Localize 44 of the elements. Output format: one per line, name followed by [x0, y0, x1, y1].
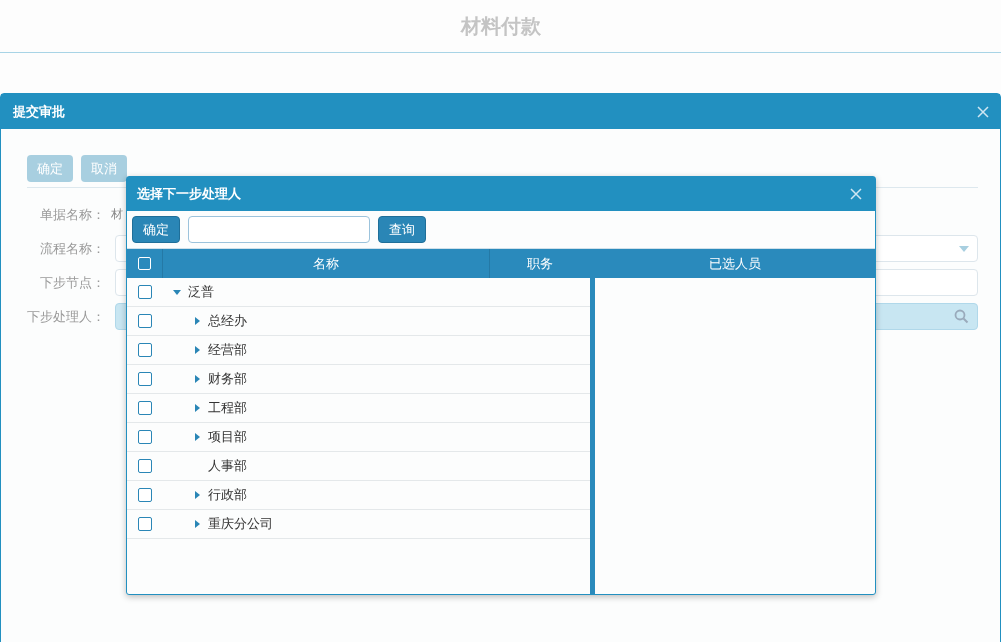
collapsed-caret-icon[interactable]	[192, 432, 202, 442]
collapsed-caret-icon[interactable]	[192, 490, 202, 500]
column-header: 名称	[163, 249, 490, 278]
expanded-caret-icon[interactable]	[172, 287, 182, 297]
tree-node-label[interactable]: 泛普	[188, 283, 214, 301]
dialog-title: 提交审批	[13, 102, 65, 121]
field-label: 下步处理人：	[27, 307, 105, 326]
dropdown-caret-icon	[959, 245, 969, 252]
row-checkbox[interactable]	[138, 343, 152, 357]
page-title: 材料付款	[460, 12, 541, 40]
column-header: 职务	[526, 254, 554, 273]
row-checkbox[interactable]	[138, 488, 152, 502]
row-checkbox[interactable]	[138, 285, 152, 299]
tree-node-label[interactable]: 财务部	[208, 370, 247, 388]
row-checkbox[interactable]	[138, 430, 152, 444]
picker-title: 选择下一步处理人	[137, 185, 241, 203]
field-label: 单据名称：	[39, 205, 105, 224]
field-label: 流程名称：	[39, 239, 105, 258]
collapsed-caret-icon[interactable]	[192, 316, 202, 326]
collapsed-caret-icon[interactable]	[192, 374, 202, 384]
tree-node-label[interactable]: 总经办	[208, 312, 247, 330]
tree-node-label[interactable]: 工程部	[208, 399, 247, 417]
tree-node-label[interactable]: 经营部	[208, 341, 247, 359]
close-icon[interactable]	[849, 187, 863, 201]
row-checkbox[interactable]	[138, 459, 152, 473]
confirm-button[interactable]: 确定	[132, 216, 180, 243]
collapsed-caret-icon[interactable]	[192, 345, 202, 355]
field-value: 材	[111, 206, 123, 223]
collapsed-caret-icon[interactable]	[192, 519, 202, 529]
row-checkbox[interactable]	[138, 517, 152, 531]
column-header: 已选人员	[708, 254, 762, 273]
search-button[interactable]: 查询	[378, 216, 426, 243]
tree-node-label[interactable]: 项目部	[208, 428, 247, 446]
row-checkbox[interactable]	[138, 401, 152, 415]
select-all-checkbox[interactable]	[138, 257, 151, 270]
row-checkbox[interactable]	[138, 314, 152, 328]
search-field[interactable]	[188, 216, 370, 243]
row-checkbox[interactable]	[138, 372, 152, 386]
tree-node-label[interactable]: 重庆分公司	[208, 515, 273, 533]
tree-node-label[interactable]: 行政部	[208, 486, 247, 504]
collapsed-caret-icon[interactable]	[192, 403, 202, 413]
close-icon[interactable]	[976, 104, 990, 119]
field-label: 下步节点：	[39, 273, 105, 292]
tree-node-label[interactable]: 人事部	[208, 457, 247, 475]
